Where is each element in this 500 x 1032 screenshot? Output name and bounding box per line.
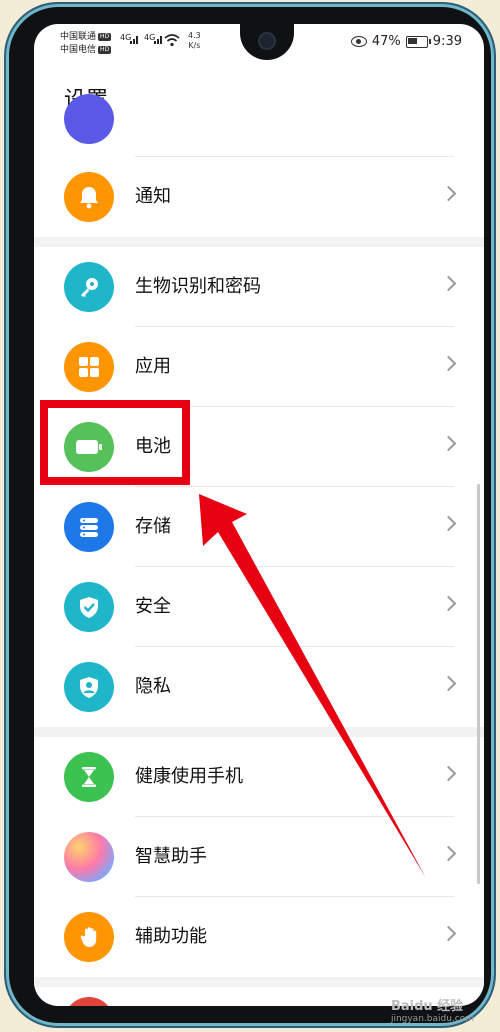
watermark: Baidu 经验 jingyan.baidu.com xyxy=(390,999,474,1024)
annotation-arrow xyxy=(199,494,426,878)
